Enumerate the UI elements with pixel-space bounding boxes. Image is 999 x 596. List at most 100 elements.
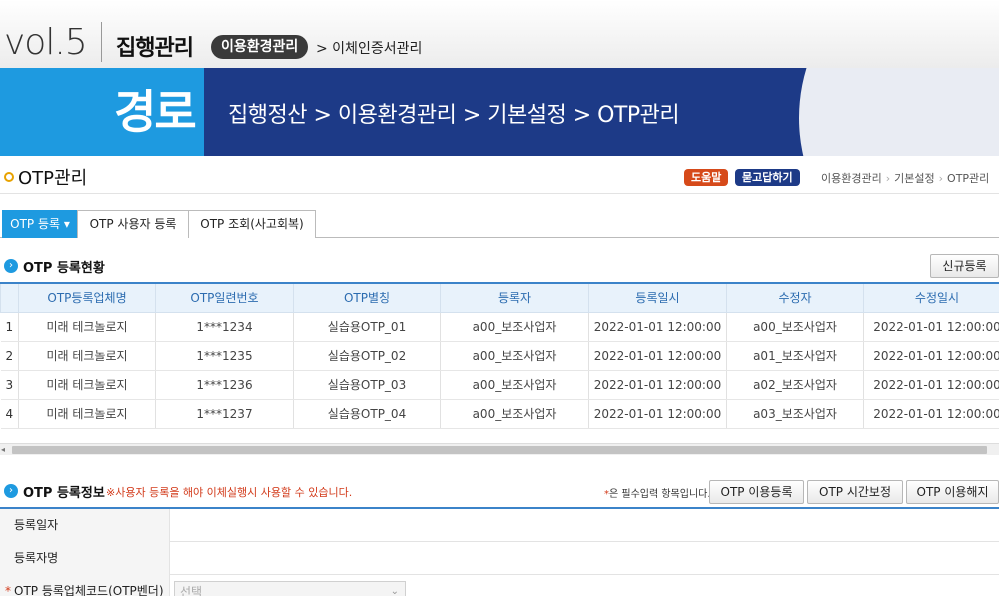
column-header bbox=[0, 282, 19, 313]
banner-label-area: 경로 bbox=[0, 68, 204, 156]
row-number: 2 bbox=[0, 341, 19, 371]
horizontal-scrollbar[interactable]: ◂ bbox=[0, 443, 999, 455]
vendor-label: * OTP 등록업체코드(OTP벤더) bbox=[0, 575, 170, 596]
column-header[interactable]: 등록일시 bbox=[588, 282, 727, 313]
reg-name-label: 등록자명 bbox=[0, 542, 170, 575]
tab-bar: OTP 등록 ▾ OTP 사용자 등록 OTP 조회(사고회복) bbox=[0, 210, 999, 238]
page-root: vol.5 집행관리 이용환경관리 > 이체인증서관리 경로 집행정산 > 이용… bbox=[0, 0, 999, 596]
cell-alias: 실습용OTP_01 bbox=[293, 312, 441, 342]
table-row[interactable]: 4 미래 테크놀로지 1***1237 실습용OTP_04 a00_보조사업자 … bbox=[0, 399, 999, 429]
env-badge: 이용환경관리 bbox=[211, 35, 309, 59]
info-section-header: › OTP 등록정보 ※사용자 등록을 해야 이체실행시 사용할 수 있습니다. bbox=[0, 480, 600, 504]
otp-time-sync-button[interactable]: OTP 시간보정 bbox=[807, 480, 903, 504]
tab-otp-register[interactable]: OTP 등록 ▾ bbox=[2, 210, 78, 238]
otp-info-form: 등록일자 등록자명 * OTP 등록업체코드(OTP벤더) 선택 ⌄ bbox=[0, 507, 999, 596]
title-bullet-icon bbox=[4, 172, 14, 182]
cell-alias: 실습용OTP_04 bbox=[293, 399, 441, 429]
cell-alias: 실습용OTP_02 bbox=[293, 341, 441, 371]
chevron-right-icon: › bbox=[938, 172, 944, 185]
cell-registrant: a00_보조사업자 bbox=[440, 341, 589, 371]
new-register-button[interactable]: 신규등록 bbox=[930, 254, 999, 278]
chevron-down-icon: ⌄ bbox=[390, 586, 399, 596]
cell-mod-date: 2022-01-01 12:00:00 bbox=[863, 312, 999, 342]
banner-label: 경로 bbox=[114, 85, 197, 139]
section-title: 집행관리 bbox=[116, 36, 194, 61]
otp-cancel-use-button[interactable]: OTP 이용해지 bbox=[906, 480, 999, 504]
form-row-reg-name: 등록자명 bbox=[0, 542, 999, 575]
vendor-select-value: 선택 bbox=[180, 585, 203, 596]
scrollbar-thumb[interactable] bbox=[12, 446, 987, 454]
table-row[interactable]: 2 미래 테크놀로지 1***1235 실습용OTP_02 a00_보조사업자 … bbox=[0, 341, 999, 371]
table-row[interactable]: 3 미래 테크놀로지 1***1236 실습용OTP_03 a00_보조사업자 … bbox=[0, 370, 999, 400]
page-title: OTP관리 bbox=[18, 168, 88, 189]
breadcrumb: 이용환경관리 › 기본설정 › OTP관리 bbox=[821, 170, 989, 186]
section-title: OTP 등록정보 bbox=[23, 486, 105, 501]
reg-date-label: 등록일자 bbox=[0, 509, 170, 542]
cell-alias: 실습용OTP_03 bbox=[293, 370, 441, 400]
section-note: ※사용자 등록을 해야 이체실행시 사용할 수 있습니다. bbox=[106, 486, 353, 499]
otp-use-register-button[interactable]: OTP 이용등록 bbox=[709, 480, 804, 504]
cell-vendor: 미래 테크놀로지 bbox=[18, 399, 156, 429]
cell-serial: 1***1237 bbox=[155, 399, 294, 429]
help-button[interactable]: 도움말 bbox=[684, 169, 729, 186]
page-title-row: OTP관리 도움말 묻고답하기 이용환경관리 › 기본설정 › OTP관리 bbox=[0, 156, 999, 194]
cell-mod-date: 2022-01-01 12:00:00 bbox=[863, 370, 999, 400]
cell-vendor: 미래 테크놀로지 bbox=[18, 370, 156, 400]
column-header[interactable]: 수정일시 bbox=[863, 282, 999, 313]
breadcrumb-item[interactable]: OTP관리 bbox=[947, 172, 989, 185]
chevron-right-icon: › bbox=[4, 484, 18, 498]
chevron-right-icon: › bbox=[885, 172, 891, 185]
table-row[interactable]: 1 미래 테크놀로지 1***1234 실습용OTP_01 a00_보조사업자 … bbox=[0, 312, 999, 342]
cell-reg-date: 2022-01-01 12:00:00 bbox=[588, 341, 727, 371]
banner-decoration bbox=[799, 68, 999, 156]
form-row-vendor: * OTP 등록업체코드(OTP벤더) 선택 ⌄ bbox=[0, 575, 999, 596]
path-banner: 경로 집행정산 > 이용환경관리 > 기본설정 > OTP관리 bbox=[0, 68, 999, 156]
cell-modifier: a02_보조사업자 bbox=[726, 370, 864, 400]
cell-serial: 1***1234 bbox=[155, 312, 294, 342]
breadcrumb-item[interactable]: 기본설정 bbox=[894, 172, 934, 185]
cell-vendor: 미래 테크놀로지 bbox=[18, 312, 156, 342]
form-row-reg-date: 등록일자 bbox=[0, 509, 999, 542]
banner-path: 집행정산 > 이용환경관리 > 기본설정 > OTP관리 bbox=[228, 103, 680, 128]
row-number: 1 bbox=[0, 312, 19, 342]
cell-serial: 1***1235 bbox=[155, 341, 294, 371]
tab-otp-lookup[interactable]: OTP 조회(사고회복) bbox=[188, 210, 316, 238]
cell-mod-date: 2022-01-01 12:00:00 bbox=[863, 341, 999, 371]
status-section-header: › OTP 등록현황 bbox=[0, 255, 999, 279]
cell-reg-date: 2022-01-01 12:00:00 bbox=[588, 399, 727, 429]
cell-vendor: 미래 테크놀로지 bbox=[18, 341, 156, 371]
row-number: 4 bbox=[0, 399, 19, 429]
vol-label: vol.5 bbox=[4, 22, 88, 63]
qa-button[interactable]: 묻고답하기 bbox=[735, 169, 800, 186]
scroll-left-icon[interactable]: ◂ bbox=[1, 444, 5, 456]
cell-registrant: a00_보조사업자 bbox=[440, 312, 589, 342]
cell-registrant: a00_보조사업자 bbox=[440, 370, 589, 400]
column-header[interactable]: OTP일련번호 bbox=[155, 282, 294, 313]
vendor-select[interactable]: 선택 ⌄ bbox=[174, 581, 406, 596]
breadcrumb-item[interactable]: 이용환경관리 bbox=[821, 172, 882, 185]
tab-otp-user-register[interactable]: OTP 사용자 등록 bbox=[77, 210, 189, 238]
section-title: OTP 등록현황 bbox=[23, 261, 105, 276]
cell-modifier: a03_보조사업자 bbox=[726, 399, 864, 429]
column-header[interactable]: 등록자 bbox=[440, 282, 589, 313]
required-star: * bbox=[5, 584, 11, 596]
cell-mod-date: 2022-01-01 12:00:00 bbox=[863, 399, 999, 429]
required-note: *은 필수입력 항목입니다. bbox=[604, 485, 711, 500]
cell-modifier: a01_보조사업자 bbox=[726, 341, 864, 371]
top-header: vol.5 집행관리 이용환경관리 > 이체인증서관리 bbox=[0, 0, 999, 68]
cell-reg-date: 2022-01-01 12:00:00 bbox=[588, 312, 727, 342]
table-header-row: OTP등록업체명 OTP일련번호 OTP별칭 등록자 등록일시 수정자 수정일시 bbox=[0, 282, 999, 313]
column-header[interactable]: OTP등록업체명 bbox=[18, 282, 156, 313]
top-crumb: > 이체인증서관리 bbox=[316, 41, 423, 57]
column-header[interactable]: 수정자 bbox=[726, 282, 864, 313]
row-number: 3 bbox=[0, 370, 19, 400]
cell-registrant: a00_보조사업자 bbox=[440, 399, 589, 429]
column-header[interactable]: OTP별칭 bbox=[293, 282, 441, 313]
cell-serial: 1***1236 bbox=[155, 370, 294, 400]
cell-reg-date: 2022-01-01 12:00:00 bbox=[588, 370, 727, 400]
required-note-text: 은 필수입력 항목입니다. bbox=[609, 489, 711, 500]
otp-table: OTP등록업체명 OTP일련번호 OTP별칭 등록자 등록일시 수정자 수정일시… bbox=[0, 282, 999, 429]
vendor-label-text: OTP 등록업체코드(OTP벤더) bbox=[14, 584, 164, 596]
divider bbox=[101, 22, 102, 62]
cell-modifier: a00_보조사업자 bbox=[726, 312, 864, 342]
